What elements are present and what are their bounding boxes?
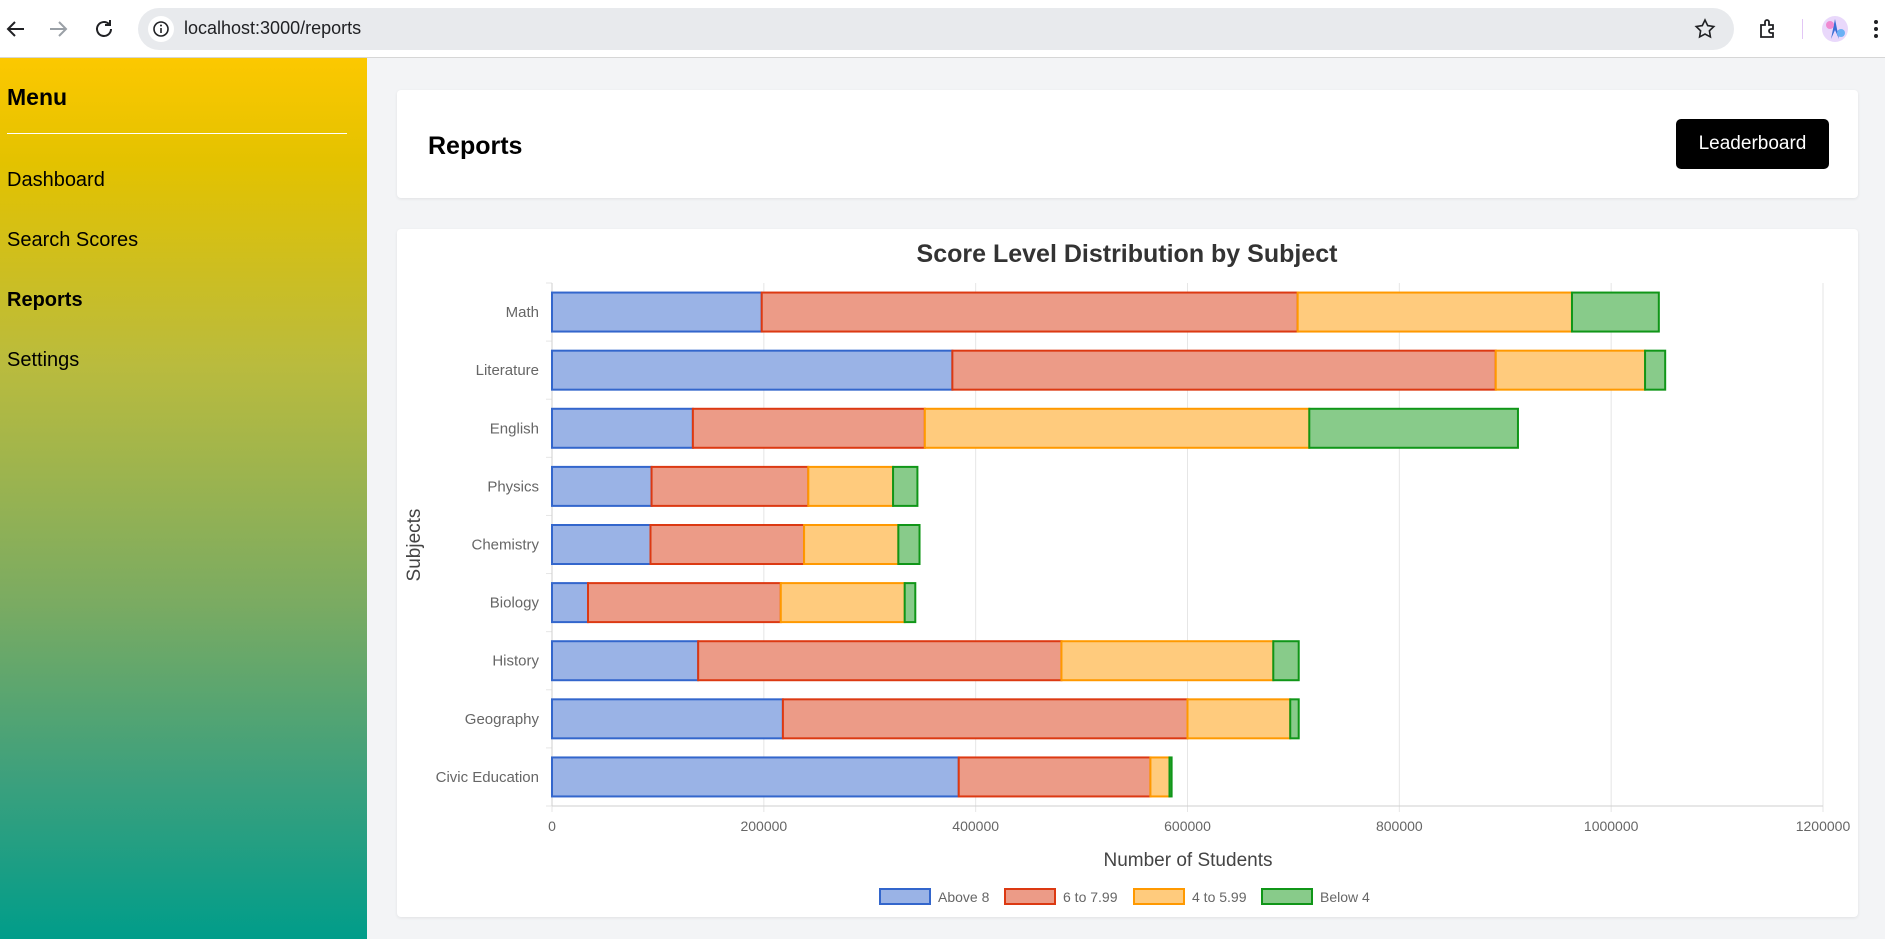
- bar-segment: [551, 582, 590, 624]
- x-tick-label: 1200000: [1796, 818, 1851, 834]
- bar-segment: [1308, 407, 1519, 449]
- y-tick-label: English: [490, 420, 539, 437]
- bar-segment: [551, 756, 960, 798]
- x-tick-label: 400000: [952, 818, 999, 834]
- y-tick-label: Physics: [487, 478, 539, 495]
- forward-arrow-icon[interactable]: [46, 17, 70, 41]
- bar-segment: [691, 407, 926, 449]
- bar-segment: [551, 465, 653, 507]
- x-tick-label: 800000: [1376, 818, 1423, 834]
- bar-segment: [1186, 698, 1292, 740]
- chart-title: Score Level Distribution by Subject: [917, 240, 1339, 268]
- sidebar-item-dashboard[interactable]: Dashboard: [7, 169, 105, 192]
- x-axis-title: Number of Students: [1104, 850, 1273, 871]
- bar-segment: [1149, 756, 1171, 798]
- bar-segment: [1060, 640, 1275, 682]
- bar-segment: [760, 291, 1299, 333]
- legend-label: 6 to 7.99: [1063, 889, 1118, 905]
- bar-segment: [1168, 756, 1173, 798]
- bar-segment: [551, 291, 763, 333]
- x-tick-label: 200000: [740, 818, 787, 834]
- y-tick-label: Literature: [476, 362, 539, 379]
- y-tick-label: Chemistry: [471, 537, 539, 554]
- legend-swatch: [1133, 888, 1185, 905]
- chart-svg: 0 200000 400000 600000 800000 1000000 1200000 M…: [404, 240, 1851, 905]
- bar-segment: [587, 582, 782, 624]
- toolbar-divider: [1802, 19, 1803, 39]
- address-bar[interactable]: localhost:3000/reports: [138, 8, 1734, 50]
- bar-segment: [807, 465, 895, 507]
- bar-segment: [697, 640, 1063, 682]
- sidebar-divider: [7, 133, 347, 134]
- bar-segment: [1296, 291, 1573, 333]
- bar-segment: [923, 407, 1311, 449]
- header-card: Reports Leaderboard: [397, 90, 1858, 198]
- bar-segment: [951, 349, 1497, 391]
- bar-segment: [1272, 640, 1300, 682]
- bar-segment: [1644, 349, 1667, 391]
- y-tick-label: Math: [506, 304, 539, 321]
- x-tick-label: 1000000: [1584, 818, 1639, 834]
- bar-segment: [551, 640, 700, 682]
- page-title: Reports: [428, 132, 523, 160]
- legend-label: Below 4: [1320, 889, 1370, 905]
- extensions-icon[interactable]: [1756, 17, 1780, 41]
- legend-label: Above 8: [938, 889, 990, 905]
- bar-segment: [903, 582, 917, 624]
- y-axis-title: Subjects: [404, 509, 425, 582]
- more-icon[interactable]: [1870, 17, 1882, 41]
- bar-segment: [551, 698, 784, 740]
- bar-segment: [957, 756, 1152, 798]
- bar-segment: [1570, 291, 1660, 333]
- y-tick-label: Biology: [490, 595, 540, 612]
- legend-swatch: [1261, 888, 1313, 905]
- bar-segment: [892, 465, 919, 507]
- y-tick-label: Civic Education: [436, 769, 539, 786]
- browser-toolbar: localhost:3000/reports: [0, 0, 1885, 58]
- star-icon[interactable]: [1693, 17, 1717, 41]
- back-arrow-icon[interactable]: [4, 17, 28, 41]
- legend-label: 4 to 5.99: [1192, 889, 1247, 905]
- bar-segment: [803, 524, 900, 565]
- leaderboard-button[interactable]: Leaderboard: [1676, 119, 1829, 169]
- url-text[interactable]: localhost:3000/reports: [184, 18, 361, 39]
- x-tick-label: 0: [548, 818, 556, 834]
- bar-segment: [1494, 349, 1647, 391]
- legend-swatch: [1004, 888, 1056, 905]
- y-tick-label: Geography: [465, 711, 540, 728]
- info-icon[interactable]: [148, 16, 174, 42]
- x-tick-label: 600000: [1164, 818, 1211, 834]
- bar-segment: [551, 407, 694, 449]
- y-tick-label: History: [492, 653, 539, 670]
- legend-swatch: [879, 888, 931, 905]
- bar-segment: [897, 524, 921, 565]
- bar-segment: [781, 698, 1189, 740]
- sidebar-title: Menu: [7, 84, 68, 110]
- bar-segment: [1289, 698, 1300, 740]
- bar-segment: [551, 349, 954, 391]
- reload-icon[interactable]: [92, 17, 116, 41]
- bar-segment: [649, 524, 806, 565]
- bar-segment: [551, 524, 652, 565]
- bar-segment: [779, 582, 906, 624]
- profile-avatar-icon[interactable]: [1821, 15, 1849, 43]
- bar-segment: [650, 465, 810, 507]
